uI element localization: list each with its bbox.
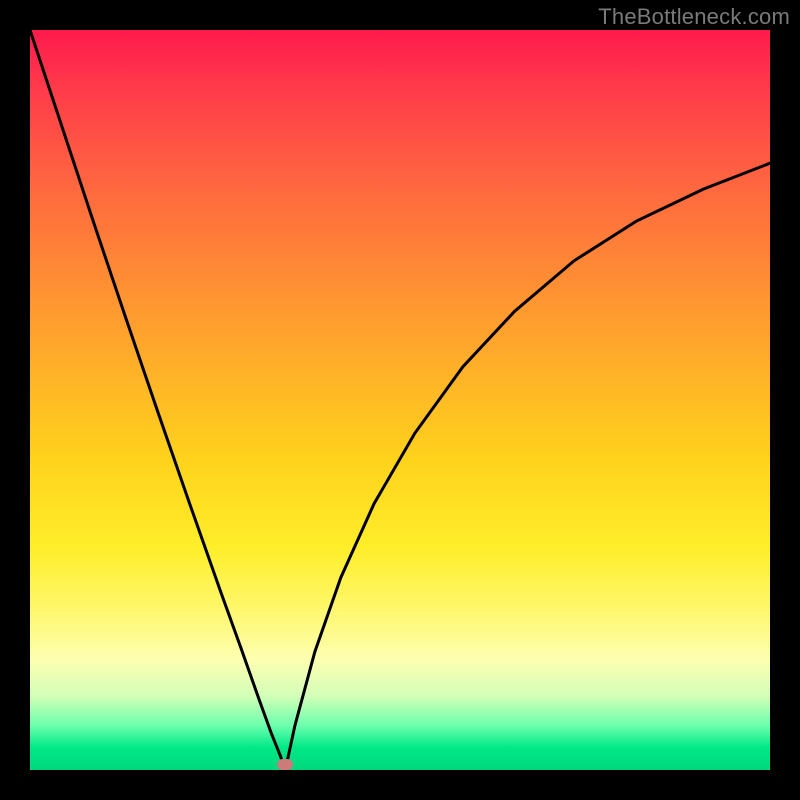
curve-right-branch xyxy=(285,163,770,770)
bottleneck-curve xyxy=(30,30,770,770)
chart-frame: TheBottleneck.com xyxy=(0,0,800,800)
optimum-marker xyxy=(277,759,293,770)
curve-left-branch xyxy=(30,30,285,770)
watermark-text: TheBottleneck.com xyxy=(598,4,790,30)
plot-area xyxy=(30,30,770,770)
